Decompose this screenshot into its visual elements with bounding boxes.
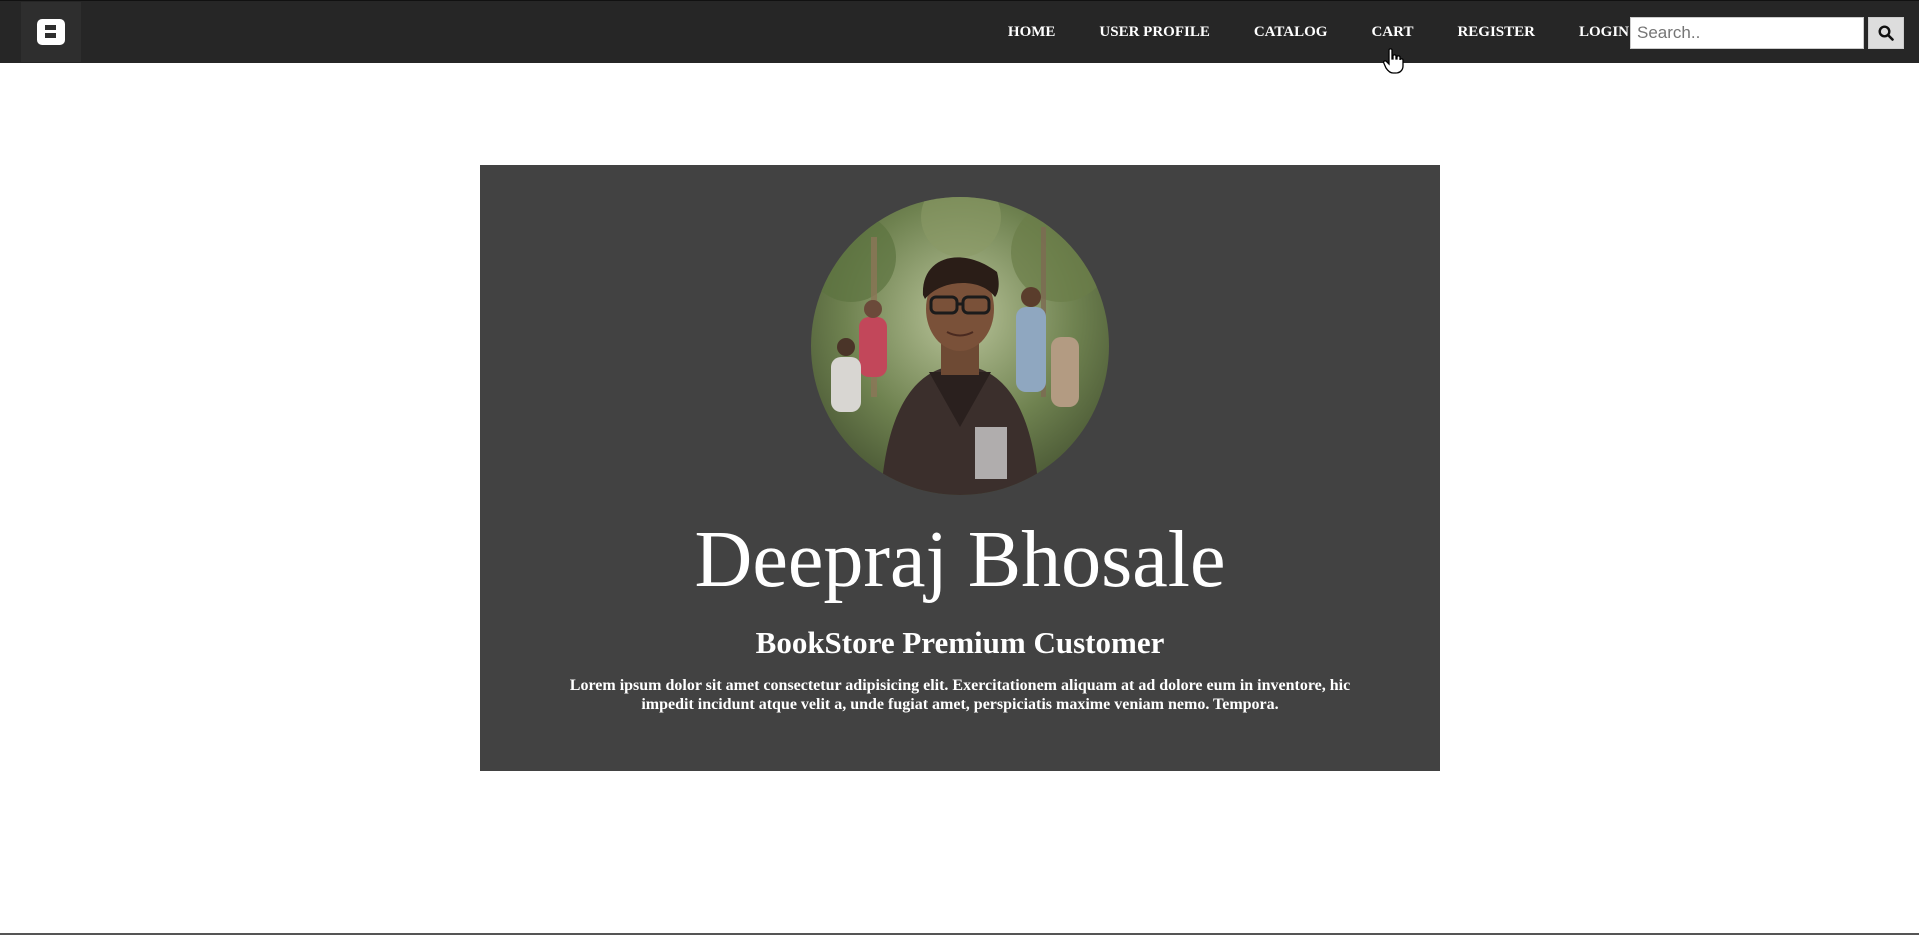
nav-link-register[interactable]: REGISTER	[1457, 24, 1535, 41]
nav-link-user-profile[interactable]: USER PROFILE	[1099, 24, 1209, 41]
nav-links: HOME USER PROFILE CATALOG CART REGISTER …	[964, 1, 1629, 63]
search-input[interactable]	[1630, 17, 1864, 49]
hand-cursor-icon	[1382, 48, 1405, 74]
nav-link-login[interactable]: LOGIN	[1579, 24, 1629, 41]
customer-tier: BookStore Premium Customer	[755, 625, 1165, 660]
profile-card: Deepraj Bhosale BookStore Premium Custom…	[480, 165, 1440, 771]
nav-link-home[interactable]: HOME	[1008, 24, 1056, 41]
customer-bio: Lorem ipsum dolor sit amet consectetur a…	[569, 677, 1351, 713]
search-icon	[1878, 25, 1894, 41]
top-navbar: HOME USER PROFILE CATALOG CART REGISTER …	[0, 0, 1919, 63]
nav-link-cart[interactable]: CART	[1371, 24, 1413, 41]
search-button[interactable]	[1868, 17, 1904, 49]
customer-name: Deepraj Bhosale	[694, 516, 1226, 604]
avatar	[811, 197, 1109, 495]
nav-link-catalog[interactable]: CATALOG	[1254, 24, 1328, 41]
bookstore-logo-icon[interactable]	[21, 2, 81, 62]
